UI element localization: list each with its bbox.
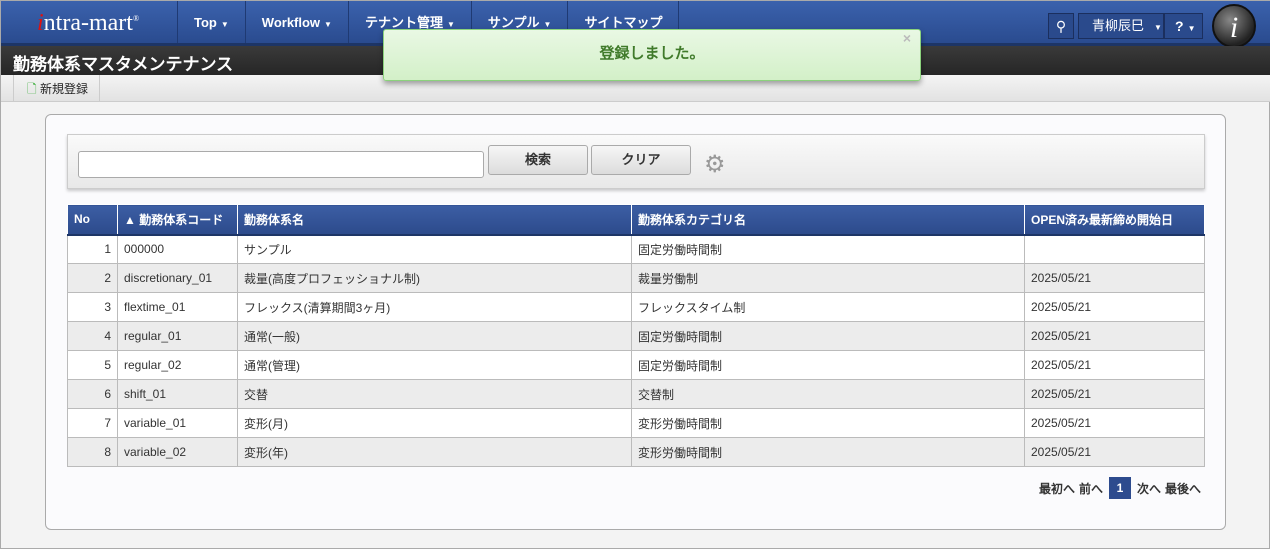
content-panel: 検索 クリア ⚙ No ▲ 勤務体系コード 勤務体系名 勤務体系カテゴリ名 OP… <box>45 114 1226 530</box>
new-register-label: 新規登録 <box>40 82 89 96</box>
row-open-date: 2025/05/21 <box>1024 437 1205 467</box>
row-open-date: 2025/05/21 <box>1024 263 1205 293</box>
table-row[interactable]: 1 000000 サンプル 固定労働時間制 <box>67 234 1205 264</box>
pager-current[interactable]: 1 <box>1108 477 1131 499</box>
search-button[interactable]: 検索 <box>488 145 588 175</box>
row-open-date: 2025/05/21 <box>1024 321 1205 351</box>
row-open-date <box>1024 234 1205 264</box>
row-category: フレックスタイム制 <box>631 292 1025 322</box>
col-name[interactable]: 勤務体系名 <box>237 204 632 236</box>
row-name: フレックス(清算期間3ヶ月) <box>237 292 632 322</box>
pager: 最初へ 前へ 1 次へ 最後へ <box>1039 477 1201 499</box>
nav-label: テナント管理 <box>364 15 443 30</box>
row-open-date: 2025/05/21 <box>1024 379 1205 409</box>
table-row[interactable]: 3 flextime_01 フレックス(清算期間3ヶ月) フレックスタイム制 2025/… <box>67 292 1205 322</box>
row-category: 固定労働時間制 <box>631 350 1025 380</box>
intra-mart-i-icon[interactable]: i <box>1212 4 1256 48</box>
row-code: flextime_01 <box>117 292 238 322</box>
row-category: 変形労働時間制 <box>631 437 1025 467</box>
success-toast: 登録しました。 × <box>383 29 921 81</box>
nav-workflow[interactable]: Workflow ▼ <box>244 1 348 43</box>
row-code: shift_01 <box>117 379 238 409</box>
row-open-date: 2025/05/21 <box>1024 292 1205 322</box>
row-category: 交替制 <box>631 379 1025 409</box>
row-name: 変形(年) <box>237 437 632 467</box>
intra-mart-logo[interactable]: intra-mart® <box>37 10 139 37</box>
row-no: 5 <box>67 350 118 380</box>
row-no: 3 <box>67 292 118 322</box>
pager-last[interactable]: 最後へ <box>1165 480 1201 497</box>
pager-prev[interactable]: 前へ <box>1079 480 1103 497</box>
row-code: regular_01 <box>117 321 238 351</box>
nav-label: Top <box>194 15 217 30</box>
table-row[interactable]: 2 discretionary_01 裁量(高度プロフェッショナル制) 裁量労働制 20… <box>67 263 1205 293</box>
row-name: 通常(管理) <box>237 350 632 380</box>
row-name: 通常(一般) <box>237 321 632 351</box>
search-input[interactable] <box>78 151 484 178</box>
row-no: 8 <box>67 437 118 467</box>
row-no: 4 <box>67 321 118 351</box>
col-category[interactable]: 勤務体系カテゴリ名 <box>631 204 1025 236</box>
row-name: 裁量(高度プロフェッショナル制) <box>237 263 632 293</box>
row-code: 000000 <box>117 234 238 264</box>
row-name: 交替 <box>237 379 632 409</box>
clear-button[interactable]: クリア <box>591 145 691 175</box>
row-category: 裁量労働制 <box>631 263 1025 293</box>
col-code[interactable]: ▲ 勤務体系コード <box>117 204 238 236</box>
row-open-date: 2025/05/21 <box>1024 408 1205 438</box>
table-row[interactable]: 5 regular_02 通常(管理) 固定労働時間制 2025/05/21 <box>67 350 1205 380</box>
nav-top[interactable]: Top ▼ <box>177 1 245 43</box>
row-name: 変形(月) <box>237 408 632 438</box>
pager-next[interactable]: 次へ <box>1137 480 1161 497</box>
row-category: 固定労働時間制 <box>631 321 1025 351</box>
table-row[interactable]: 8 variable_02 変形(年) 変形労働時間制 2025/05/21 <box>67 437 1205 467</box>
table-row[interactable]: 4 regular_01 通常(一般) 固定労働時間制 2025/05/21 <box>67 321 1205 351</box>
table-row[interactable]: 6 shift_01 交替 交替制 2025/05/21 <box>67 379 1205 409</box>
row-code: discretionary_01 <box>117 263 238 293</box>
table-row[interactable]: 7 variable_01 変形(月) 変形労働時間制 2025/05/21 <box>67 408 1205 438</box>
help-menu[interactable]: ? ▼ <box>1164 13 1203 39</box>
row-code: variable_01 <box>117 408 238 438</box>
new-register-button[interactable]: 🗋 新規登録 <box>13 75 101 102</box>
col-open-date[interactable]: OPEN済み最新締め開始日 <box>1024 204 1205 236</box>
row-category: 変形労働時間制 <box>631 408 1025 438</box>
work-system-table: No ▲ 勤務体系コード 勤務体系名 勤務体系カテゴリ名 OPEN済み最新締め開… <box>67 204 1205 467</box>
row-name: サンプル <box>237 234 632 264</box>
nav-label: サンプル <box>487 15 540 30</box>
row-no: 7 <box>67 408 118 438</box>
search-icon[interactable]: ⚲ <box>1048 13 1074 39</box>
row-no: 2 <box>67 263 118 293</box>
new-document-icon: 🗋 <box>27 82 37 96</box>
nav-label: Workflow <box>261 15 321 30</box>
col-no[interactable]: No <box>67 204 118 236</box>
gear-icon[interactable]: ⚙ <box>704 150 726 179</box>
user-menu[interactable]: 青柳辰巳 ▼ <box>1078 13 1164 39</box>
row-open-date: 2025/05/21 <box>1024 350 1205 380</box>
row-category: 固定労働時間制 <box>631 234 1025 264</box>
row-code: variable_02 <box>117 437 238 467</box>
row-no: 1 <box>67 234 118 264</box>
toast-message: 登録しました。 <box>599 45 705 62</box>
row-no: 6 <box>67 379 118 409</box>
user-name: 青柳辰巳 <box>1092 18 1145 33</box>
close-icon[interactable]: × <box>903 14 911 62</box>
nav-label: サイトマップ <box>584 15 663 30</box>
search-bar: 検索 クリア ⚙ <box>67 134 1205 189</box>
help-label: ? <box>1175 18 1184 34</box>
row-code: regular_02 <box>117 350 238 380</box>
pager-first[interactable]: 最初へ <box>1039 480 1075 497</box>
